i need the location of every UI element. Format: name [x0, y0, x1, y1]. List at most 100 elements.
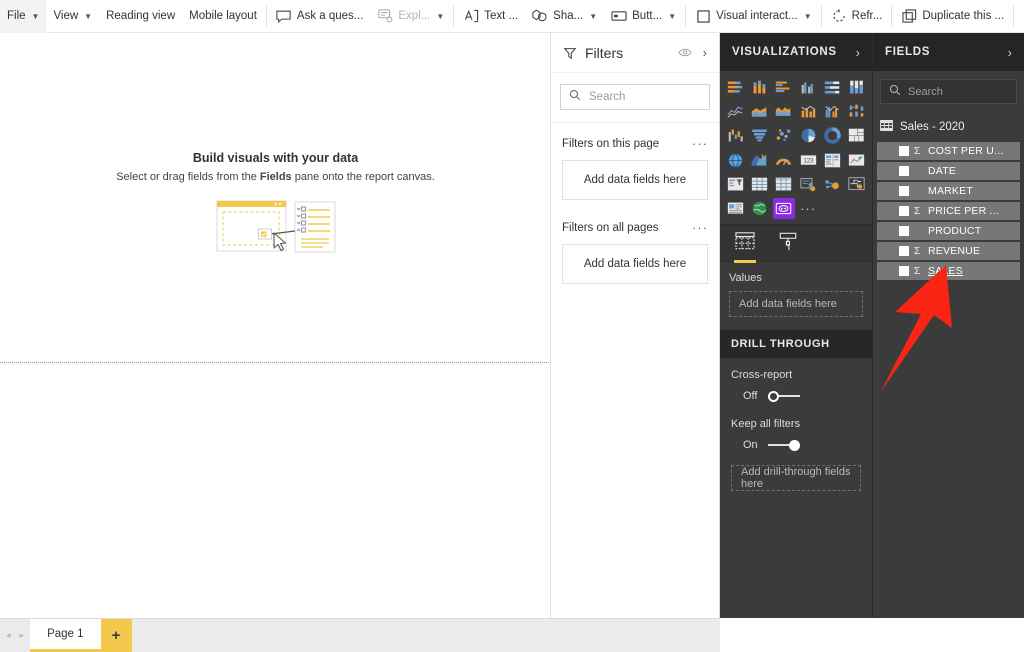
line-chart-icon[interactable] — [725, 101, 746, 122]
waterfall-chart-icon[interactable] — [725, 125, 746, 146]
toolbar-item-visual-interact[interactable]: Visual interact... ▼ — [688, 0, 819, 33]
fields-search-box[interactable]: Search — [880, 79, 1017, 104]
map-icon[interactable] — [725, 150, 746, 171]
clustered-column-chart-icon[interactable] — [798, 77, 819, 98]
table-icon[interactable] — [749, 174, 770, 195]
stacked-area-chart-icon[interactable] — [773, 101, 794, 122]
hide-filters-eye-icon[interactable] — [677, 47, 692, 58]
toolbar-item-mobile-layout[interactable]: Mobile layout — [182, 0, 264, 33]
page-tab-page-1[interactable]: Page 1 — [30, 619, 101, 652]
page-tab-bar: ◂ ▸ Page 1 + — [0, 618, 720, 652]
filters-all-pages-dropzone[interactable]: Add data fields here — [562, 244, 708, 284]
stacked-column-chart-icon[interactable] — [749, 77, 770, 98]
page-next-icon[interactable]: ▸ — [20, 630, 25, 641]
cross-report-toggle[interactable] — [768, 390, 800, 402]
field-checkbox[interactable] — [899, 266, 909, 276]
page-prev-icon[interactable]: ◂ — [6, 630, 11, 641]
toolbar-item-label: Butt... — [632, 10, 663, 22]
clustered-bar-chart-icon[interactable] — [773, 77, 794, 98]
field-row[interactable]: PRODUCT — [877, 222, 1020, 240]
format-tab[interactable] — [778, 231, 798, 263]
donut-chart-icon[interactable] — [822, 125, 843, 146]
card-icon[interactable]: 123 — [798, 150, 819, 171]
cross-report-state: Off — [743, 390, 758, 403]
toolbar-item-text[interactable]: Text ... — [456, 0, 525, 33]
collapse-fields-chevron-icon[interactable]: › — [1008, 45, 1012, 60]
pie-chart-icon[interactable] — [798, 125, 819, 146]
toolbar-item-duplicate-this[interactable]: Duplicate this ... — [894, 0, 1011, 33]
scatter-chart-icon[interactable] — [773, 125, 794, 146]
text-box-icon — [463, 8, 479, 24]
toolbar-item-label: File — [7, 10, 26, 22]
field-checkbox[interactable] — [899, 206, 909, 216]
add-page-button[interactable]: + — [100, 619, 132, 652]
field-row[interactable]: MARKET — [877, 182, 1020, 200]
hundred-stacked-bar-icon[interactable] — [822, 77, 843, 98]
field-row[interactable]: Σ REVENUE — [877, 242, 1020, 260]
filters-pane: Filters › Search Filters on this page ··… — [551, 33, 720, 618]
line-stacked-column-icon[interactable] — [798, 101, 819, 122]
multi-row-card-icon[interactable] — [822, 150, 843, 171]
report-canvas[interactable]: Build visuals with your data Select or d… — [0, 33, 551, 618]
hundred-stacked-column-icon[interactable] — [846, 77, 867, 98]
toolbar-item-s[interactable]: S... — [1016, 0, 1024, 33]
toolbar-item-expl[interactable]: Expl... ▼ — [370, 0, 451, 33]
toolbar-item-ask-a-ques[interactable]: Ask a ques... — [269, 0, 370, 33]
filters-all-pages-more-icon[interactable]: ··· — [692, 220, 708, 235]
drill-through-dropzone[interactable]: Add drill-through fields here — [731, 465, 861, 492]
filters-this-page-more-icon[interactable]: ··· — [692, 136, 708, 151]
collapse-visualizations-chevron-icon[interactable]: › — [856, 45, 860, 60]
field-row[interactable]: Σ PRICE PER ... — [877, 202, 1020, 220]
matrix-icon[interactable] — [773, 174, 794, 195]
placeholder-title: Build visuals with your data — [192, 151, 359, 165]
field-checkbox[interactable] — [899, 166, 909, 176]
ribbon-chart-icon[interactable] — [846, 101, 867, 122]
key-influencers-icon[interactable] — [822, 174, 843, 195]
r-script-visual-icon[interactable] — [798, 174, 819, 195]
arcgis-map-icon[interactable] — [749, 198, 770, 219]
paginated-report-icon[interactable] — [725, 198, 746, 219]
filters-search-box[interactable]: Search — [560, 84, 710, 110]
stacked-bar-chart-icon[interactable] — [725, 77, 746, 98]
power-apps-visual-icon[interactable] — [773, 197, 795, 220]
fields-table-name: Sales - 2020 — [900, 120, 965, 133]
field-row[interactable]: Σ COST PER U... — [877, 142, 1020, 160]
toolbar-item-view[interactable]: View ▼ — [46, 0, 99, 33]
field-checkbox[interactable] — [899, 186, 909, 196]
toolbar-item-file[interactable]: File ▼ — [0, 0, 47, 33]
toolbar-item-label: Duplicate this ... — [922, 10, 1005, 22]
gauge-icon[interactable] — [773, 150, 794, 171]
svg-text:123: 123 — [803, 158, 814, 164]
field-checkbox[interactable] — [899, 146, 909, 156]
toolbar-item-reading-view[interactable]: Reading view — [99, 0, 182, 33]
treemap-icon[interactable] — [846, 125, 867, 146]
top-toolbar: File ▼ View ▼ Reading view Mobile layout Ask a… — [0, 0, 1024, 33]
field-name: PRODUCT — [928, 225, 982, 237]
area-chart-icon[interactable] — [749, 101, 770, 122]
filled-map-icon[interactable] — [749, 150, 770, 171]
values-dropzone[interactable]: Add data fields here — [729, 291, 863, 318]
field-checkbox[interactable] — [899, 226, 909, 236]
fields-table-sales-2020[interactable]: Sales - 2020 — [873, 114, 1024, 139]
kpi-icon[interactable] — [846, 150, 867, 171]
keep-all-filters-toggle[interactable] — [768, 439, 800, 451]
filter-funnel-icon — [563, 46, 577, 60]
filters-this-page-dropzone[interactable]: Add data fields here — [562, 160, 708, 200]
field-row[interactable]: Σ SALES — [877, 262, 1020, 280]
more-visuals-icon[interactable]: ··· — [798, 198, 819, 219]
toolbar-item-label: View — [53, 10, 79, 22]
field-row[interactable]: DATE — [877, 162, 1020, 180]
toolbar-item-butt[interactable]: Butt... ▼ — [604, 0, 683, 33]
funnel-chart-icon[interactable] — [749, 125, 770, 146]
toolbar-item-refr[interactable]: Refr... — [824, 0, 890, 33]
cross-report-label: Cross-report — [731, 369, 793, 382]
fields-tab[interactable] — [734, 231, 756, 264]
line-clustered-column-icon[interactable] — [822, 101, 843, 122]
toolbar-item-sha[interactable]: Sha... ▼ — [525, 0, 604, 33]
chevron-down-icon: ▼ — [84, 11, 93, 21]
decomposition-tree-icon[interactable] — [846, 174, 867, 195]
slicer-icon[interactable] — [725, 174, 746, 195]
filters-title: Filters — [585, 44, 624, 61]
collapse-filters-chevron-icon[interactable]: › — [703, 45, 707, 60]
field-checkbox[interactable] — [899, 246, 909, 256]
